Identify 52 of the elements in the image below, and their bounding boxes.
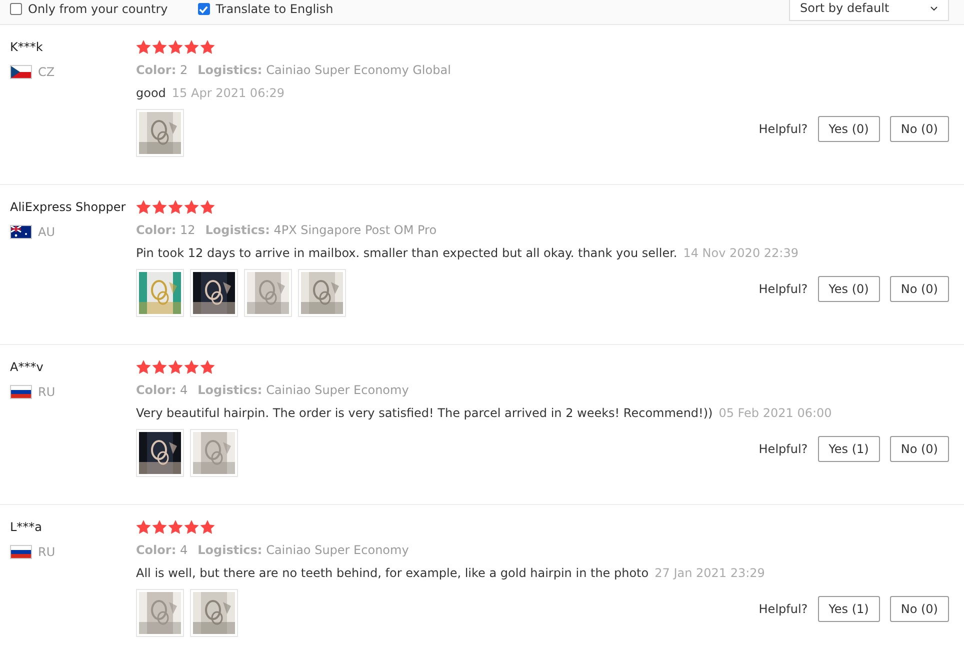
yes-button[interactable]: Yes (1)	[818, 436, 880, 462]
no-button[interactable]: No (0)	[890, 596, 949, 622]
logistics-info: Logistics: 4PX Singapore Post OM Pro	[205, 223, 437, 237]
logistics-info: Logistics: Cainiao Super Economy	[198, 543, 409, 557]
yes-button[interactable]: Yes (0)	[818, 276, 880, 302]
logistics-info: Logistics: Cainiao Super Economy	[198, 383, 409, 397]
chevron-icon	[930, 6, 938, 10]
checkbox-label[interactable]: Only from your country	[28, 2, 168, 16]
country-code: AU	[38, 225, 55, 239]
checkbox[interactable]	[10, 3, 22, 15]
checkbox[interactable]	[198, 3, 210, 15]
reviewer-name: K***k	[10, 39, 44, 55]
review-text: All is well, but there are no teeth behind, for example, like a gold hairpin in the photo 27 Jan 2021 23:29	[136, 566, 766, 580]
photo-thumbnail[interactable]	[298, 269, 346, 317]
helpful-label: Helpful?	[758, 442, 808, 456]
color-info: Color: 12	[136, 223, 196, 237]
photo-thumbnail[interactable]	[136, 429, 184, 477]
review-text: Pin took 12 days to arrive in mailbox. smaller than expected but all okay. thank you seller. 14 Nov 2020 22:39	[136, 246, 800, 260]
reviewer-name: L***a	[10, 519, 44, 535]
review-text: Very beautiful hairpin. The order is very satisfied! The parcel arrived in 2 weeks! Recommend!)) 05 Feb 2021 06:00	[136, 406, 833, 420]
checkmark-icon	[199, 4, 208, 14]
no-button[interactable]: No (0)	[890, 276, 949, 302]
flag-icon	[10, 65, 32, 79]
helpful-label: Helpful?	[758, 602, 808, 616]
flag-icon	[10, 545, 32, 559]
flag-icon	[10, 385, 32, 399]
no-button[interactable]: No (0)	[890, 116, 949, 142]
color-info: Color: 2	[136, 63, 188, 77]
photo-thumbnail[interactable]	[244, 269, 292, 317]
country-code: CZ	[38, 65, 55, 79]
country-code: RU	[38, 385, 56, 399]
photo-thumbnail[interactable]	[136, 109, 184, 157]
photo-thumbnail[interactable]	[190, 589, 238, 637]
logistics-info: Logistics: Cainiao Super Economy Global	[198, 63, 451, 77]
flag-icon	[10, 225, 32, 239]
photo-thumbnail[interactable]	[136, 269, 184, 317]
yes-button[interactable]: Yes (1)	[818, 596, 880, 622]
helpful-label: Helpful?	[758, 122, 808, 136]
photo-thumbnail[interactable]	[136, 589, 184, 637]
country-code: RU	[38, 545, 56, 559]
checkbox-label[interactable]: Translate to English	[216, 2, 334, 16]
color-info: Color: 4	[136, 543, 188, 557]
photo-thumbnail[interactable]	[190, 269, 238, 317]
reviewer-name: AliExpress Shopper	[10, 199, 127, 215]
no-button[interactable]: No (0)	[890, 436, 949, 462]
reviewer-name: A***v	[10, 359, 44, 375]
review-text: good 15 Apr 2021 06:29	[136, 86, 286, 100]
color-info: Color: 4	[136, 383, 188, 397]
sort-dropdown[interactable]: Sort by default	[789, 0, 949, 21]
photo-thumbnail[interactable]	[190, 429, 238, 477]
yes-button[interactable]: Yes (0)	[818, 116, 880, 142]
helpful-label: Helpful?	[758, 282, 808, 296]
